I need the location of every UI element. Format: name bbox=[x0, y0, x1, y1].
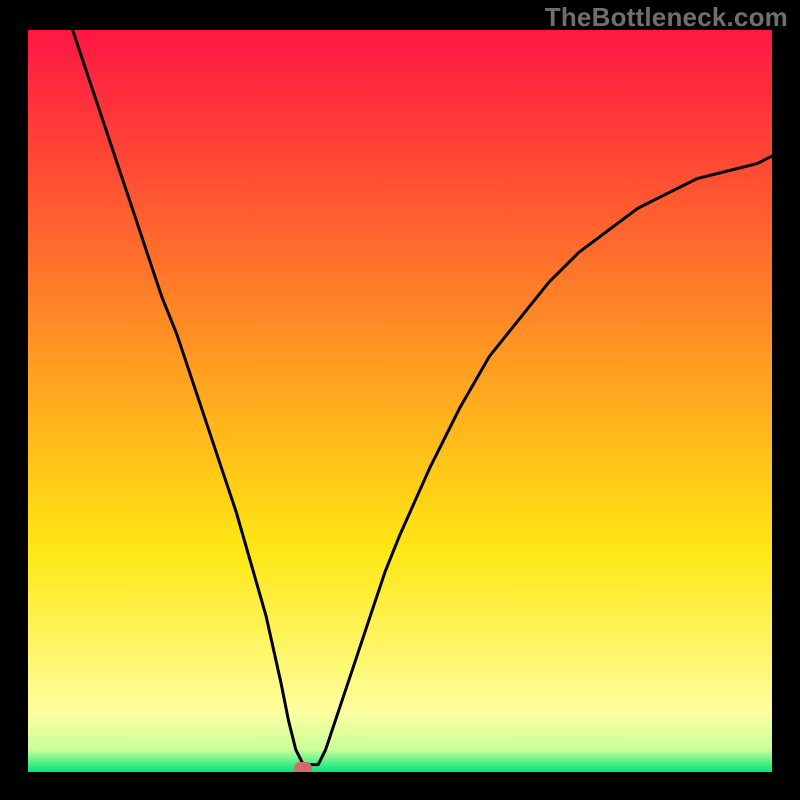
plot-area bbox=[28, 30, 772, 772]
gradient-bg bbox=[28, 30, 772, 772]
plot-svg bbox=[28, 30, 772, 772]
minimum-marker bbox=[294, 762, 312, 772]
watermark-label: TheBottleneck.com bbox=[545, 2, 788, 33]
chart-frame: TheBottleneck.com bbox=[0, 0, 800, 800]
